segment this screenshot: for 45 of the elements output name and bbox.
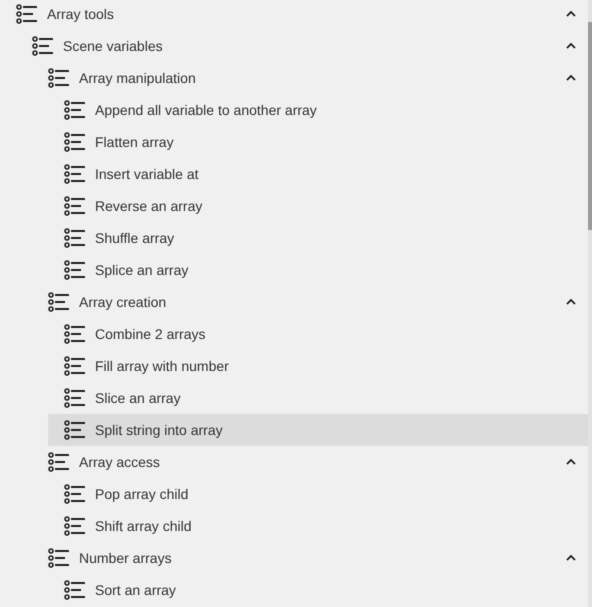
list-icon <box>64 132 86 152</box>
tree-item[interactable]: Splice an array <box>48 254 588 286</box>
tree-item[interactable]: Pop array child <box>48 478 588 510</box>
tree-item[interactable]: Array access <box>32 446 588 478</box>
list-icon <box>48 452 70 472</box>
tree-item[interactable]: Flatten array <box>48 126 588 158</box>
collapse-icon[interactable] <box>566 75 576 81</box>
list-icon <box>64 164 86 184</box>
tree-item[interactable]: Insert variable at <box>48 158 588 190</box>
list-icon <box>64 196 86 216</box>
tree-item[interactable]: Split string into array <box>48 414 588 446</box>
tree-item[interactable]: Array creation <box>32 286 588 318</box>
collapse-icon[interactable] <box>566 555 576 561</box>
list-icon <box>64 324 86 344</box>
list-icon <box>32 36 54 56</box>
collapse-icon[interactable] <box>566 459 576 465</box>
list-icon <box>64 260 86 280</box>
collapse-icon[interactable] <box>566 299 576 305</box>
tree-item[interactable]: Shift array child <box>48 510 588 542</box>
list-icon <box>64 484 86 504</box>
tree-item[interactable]: Number arrays <box>32 542 588 574</box>
list-icon <box>64 516 86 536</box>
collapse-icon[interactable] <box>566 11 576 17</box>
tree-item[interactable]: Slice an array <box>48 382 588 414</box>
collapse-icon[interactable] <box>566 43 576 49</box>
tree-item[interactable]: Append all variable to another array <box>48 94 588 126</box>
tree-item[interactable]: Sort an array <box>48 574 588 606</box>
tree-item[interactable]: Array manipulation <box>32 62 588 94</box>
scrollbar[interactable] <box>588 22 592 230</box>
tree-item[interactable]: Combine 2 arrays <box>48 318 588 350</box>
list-icon <box>64 228 86 248</box>
list-icon <box>48 292 70 312</box>
list-icon <box>48 548 70 568</box>
tree-item[interactable]: Fill array with number <box>48 350 588 382</box>
list-icon <box>64 580 86 600</box>
list-icon <box>64 356 86 376</box>
list-icon <box>48 68 70 88</box>
list-icon <box>64 420 86 440</box>
tree-item[interactable]: Array tools <box>0 0 588 30</box>
list-icon <box>64 100 86 120</box>
tree-item[interactable]: Shuffle array <box>48 222 588 254</box>
list-icon <box>64 388 86 408</box>
tree-item[interactable]: Reverse an array <box>48 190 588 222</box>
list-icon <box>16 4 38 24</box>
tree-item[interactable]: Scene variables <box>16 30 588 62</box>
